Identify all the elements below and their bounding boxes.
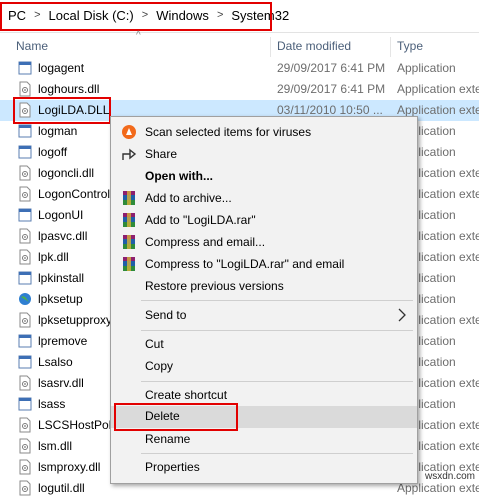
delete-highlight-box bbox=[114, 403, 238, 431]
file-name: lpremove bbox=[38, 334, 88, 348]
menu-separator bbox=[141, 330, 413, 331]
file-type: Application bbox=[397, 61, 456, 75]
dll-file-icon bbox=[18, 81, 32, 97]
dll-file-icon bbox=[18, 375, 32, 391]
column-header-date[interactable]: Date modified bbox=[277, 39, 351, 53]
file-name: lsasrv.dll bbox=[38, 376, 84, 390]
file-name: logoff bbox=[38, 145, 68, 159]
file-name: lsass bbox=[38, 397, 66, 411]
column-header-row: Name Date modified Type bbox=[0, 33, 479, 57]
file-name: lsmproxy.dll bbox=[38, 460, 101, 474]
dll-file-icon bbox=[18, 312, 32, 328]
selected-file-highlight-box bbox=[13, 97, 111, 124]
menu-item-cut[interactable]: Cut bbox=[111, 334, 417, 356]
dll-file-icon bbox=[18, 249, 32, 265]
column-divider[interactable] bbox=[270, 37, 271, 57]
menu-separator bbox=[141, 381, 413, 382]
sort-ascending-icon: ^ bbox=[136, 30, 141, 41]
dll-file-icon bbox=[18, 438, 32, 454]
menu-item-open-with[interactable]: Open with... bbox=[111, 166, 417, 188]
file-row[interactable]: logagent 29/09/2017 6:41 PM Application bbox=[0, 58, 479, 79]
file-name: logoncli.dll bbox=[38, 166, 95, 180]
menu-item-label: Share bbox=[145, 147, 178, 161]
file-name: lpk.dll bbox=[38, 250, 69, 264]
menu-separator bbox=[141, 453, 413, 454]
menu-item-scan[interactable]: Scan selected items for viruses bbox=[111, 122, 417, 144]
file-name: Lsalso bbox=[38, 355, 73, 369]
menu-item-label: Cut bbox=[145, 337, 164, 351]
column-header-name[interactable]: Name bbox=[16, 39, 48, 53]
menu-item-label: Create shortcut bbox=[145, 388, 228, 402]
application-icon bbox=[18, 396, 32, 412]
menu-item-label: Add to "LogiLDA.rar" bbox=[145, 213, 256, 227]
menu-item-label: Add to archive... bbox=[145, 191, 232, 205]
menu-item-send-to[interactable]: Send to bbox=[111, 305, 417, 327]
application-icon bbox=[18, 207, 32, 223]
file-name: lpkinstall bbox=[38, 271, 85, 285]
file-name: lsm.dll bbox=[38, 439, 73, 453]
column-divider[interactable] bbox=[390, 37, 391, 57]
file-date-modified: 03/11/2010 10:50 ... bbox=[277, 103, 383, 117]
file-name: lpasvc.dll bbox=[38, 229, 88, 243]
file-name: logagent bbox=[38, 61, 85, 75]
menu-item-share[interactable]: Share bbox=[111, 144, 417, 166]
menu-item-label: Restore previous versions bbox=[145, 279, 284, 293]
menu-item-properties[interactable]: Properties bbox=[111, 457, 417, 479]
menu-item-compress-rar-email[interactable]: Compress to "LogiLDA.rar" and email bbox=[111, 254, 417, 276]
winrar-icon bbox=[123, 213, 135, 227]
application-icon bbox=[18, 333, 32, 349]
menu-item-label: Rename bbox=[145, 432, 191, 446]
application-icon bbox=[18, 123, 32, 139]
avast-icon bbox=[122, 125, 136, 139]
menu-item-label: Compress and email... bbox=[145, 235, 266, 249]
dll-file-icon bbox=[18, 417, 32, 433]
file-date-modified: 29/09/2017 6:41 PM bbox=[277, 82, 386, 96]
winrar-icon bbox=[123, 235, 135, 249]
menu-item-add-to-rar[interactable]: Add to "LogiLDA.rar" bbox=[111, 210, 417, 232]
dll-file-icon bbox=[18, 459, 32, 475]
globe-icon bbox=[18, 291, 32, 307]
winrar-icon bbox=[123, 191, 135, 205]
menu-separator bbox=[141, 300, 413, 301]
menu-item-rename[interactable]: Rename bbox=[111, 429, 417, 451]
menu-item-label: Copy bbox=[145, 359, 174, 373]
file-name: LogonControl bbox=[38, 187, 111, 201]
site-watermark: wsxdn.com bbox=[424, 471, 475, 482]
column-header-type[interactable]: Type bbox=[397, 39, 423, 53]
menu-item-add-to-archive[interactable]: Add to archive... bbox=[111, 188, 417, 210]
file-name: LogonUI bbox=[38, 208, 84, 222]
application-icon bbox=[18, 270, 32, 286]
menu-item-copy[interactable]: Copy bbox=[111, 356, 417, 378]
menu-item-restore-versions[interactable]: Restore previous versions bbox=[111, 276, 417, 298]
breadcrumb-highlight-box bbox=[0, 2, 272, 31]
winrar-icon bbox=[123, 257, 135, 271]
menu-item-label: Scan selected items for viruses bbox=[145, 125, 312, 139]
file-date-modified: 29/09/2017 6:41 PM bbox=[277, 61, 386, 75]
menu-item-label: Send to bbox=[145, 308, 187, 322]
dll-file-icon bbox=[18, 165, 32, 181]
file-name: logutil.dll bbox=[38, 481, 85, 495]
dll-file-icon bbox=[18, 186, 32, 202]
dll-file-icon bbox=[18, 228, 32, 244]
application-icon bbox=[18, 354, 32, 370]
menu-item-label: Compress to "LogiLDA.rar" and email bbox=[145, 257, 345, 271]
menu-item-label: Properties bbox=[145, 460, 200, 474]
file-name: loghours.dll bbox=[38, 82, 100, 96]
application-icon bbox=[18, 144, 32, 160]
chevron-right-icon bbox=[398, 308, 406, 322]
file-name: lpksetup bbox=[38, 292, 83, 306]
dll-file-icon bbox=[18, 480, 32, 496]
menu-item-compress-email[interactable]: Compress and email... bbox=[111, 232, 417, 254]
file-type: Application exte bbox=[397, 82, 479, 96]
file-type: Application exte bbox=[397, 103, 479, 117]
file-name: lpksetupproxy bbox=[38, 313, 113, 327]
file-name: LSCSHostPolic bbox=[38, 418, 121, 432]
menu-item-label: Open with... bbox=[145, 169, 213, 183]
application-icon bbox=[18, 60, 32, 76]
file-name: logman bbox=[38, 124, 78, 138]
share-icon bbox=[122, 148, 137, 160]
